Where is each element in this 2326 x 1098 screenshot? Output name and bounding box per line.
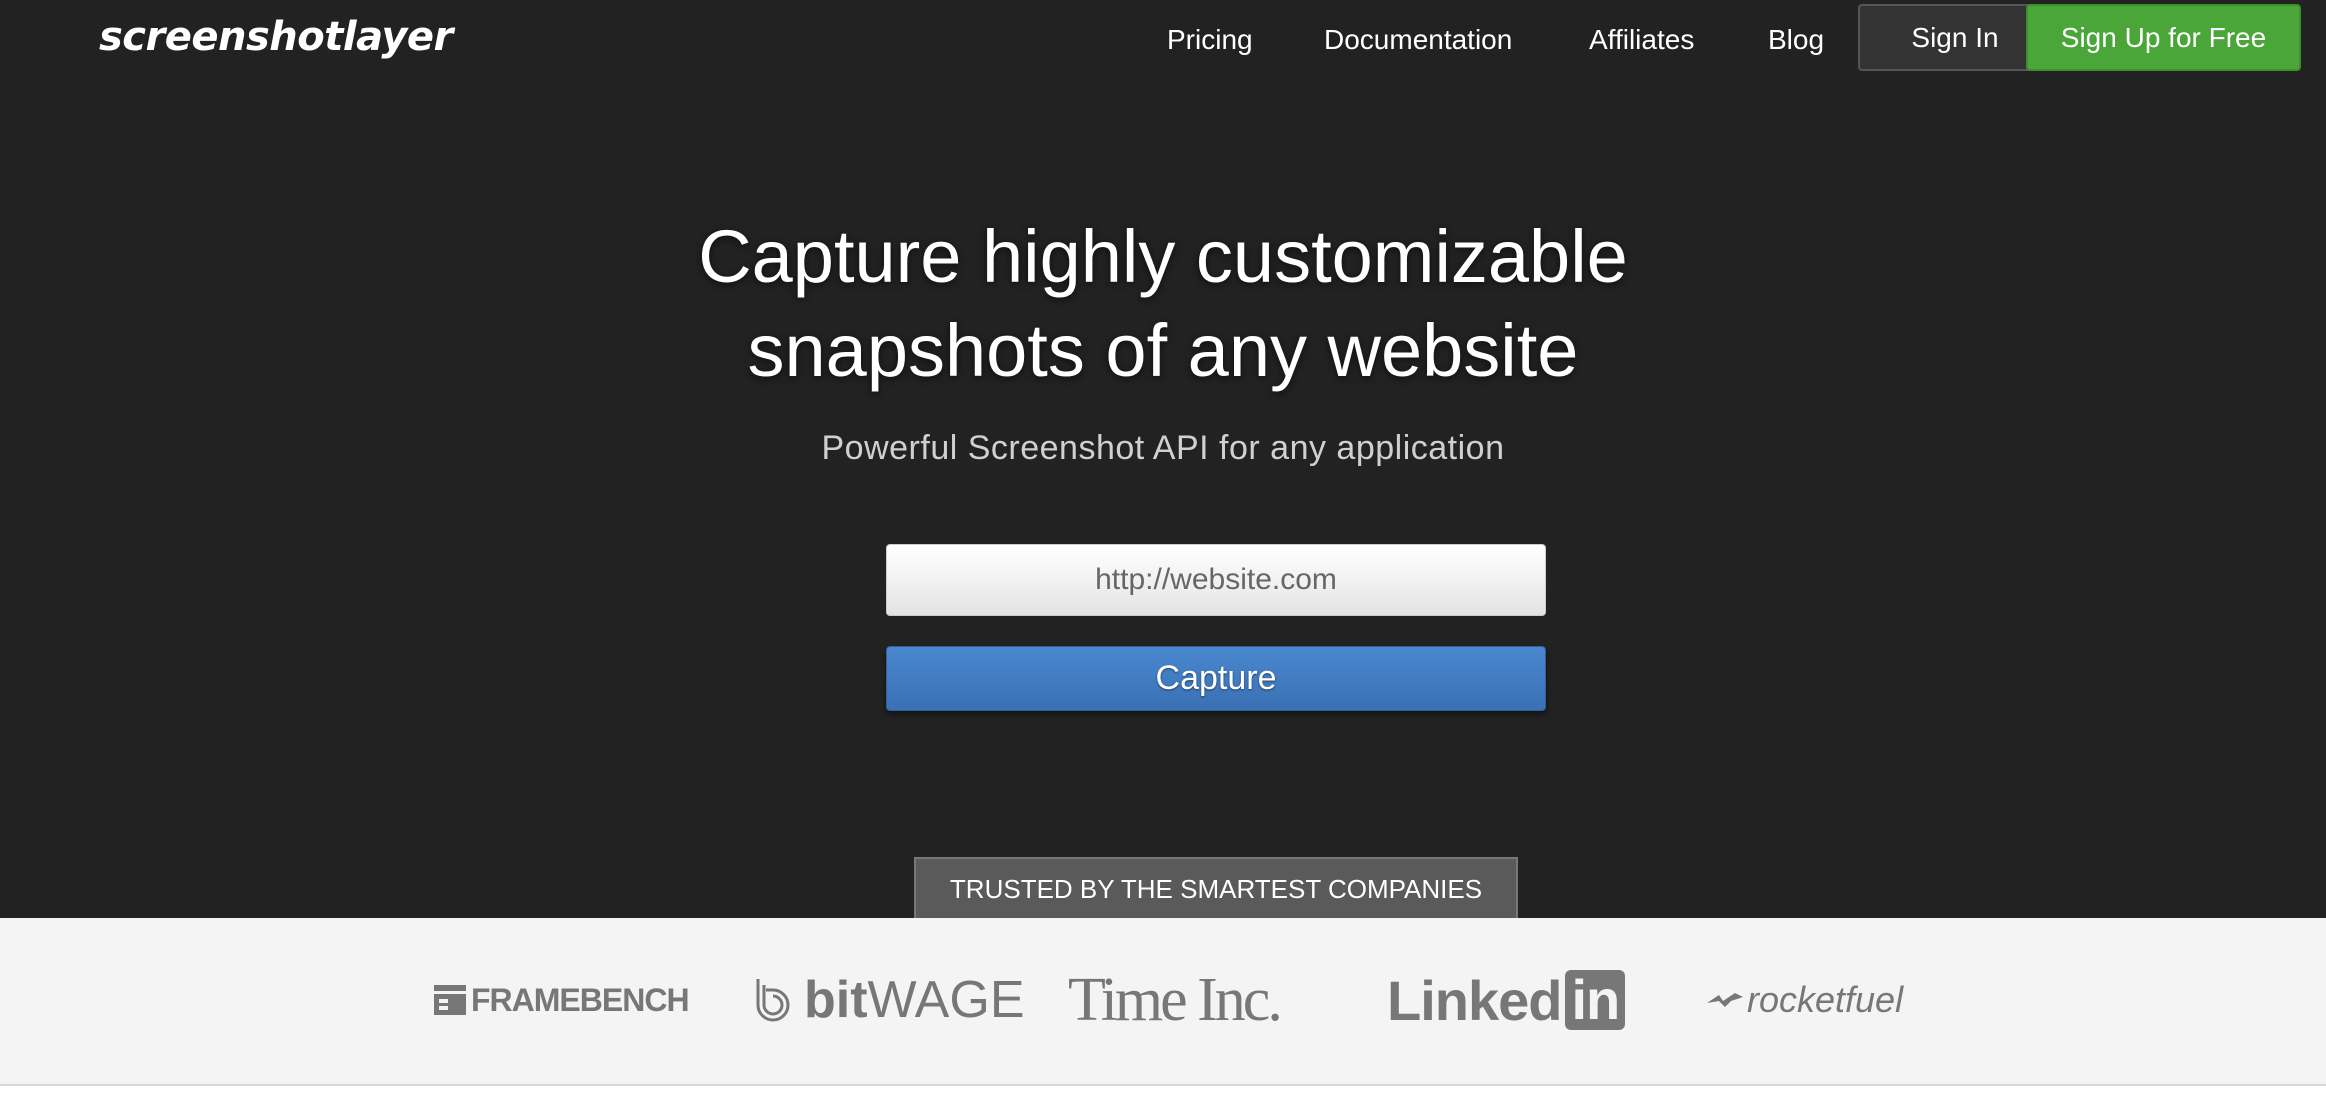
hero-section: screenshotlayer Pricing Documentation Af… bbox=[0, 0, 2326, 919]
sign-in-button[interactable]: Sign In bbox=[1858, 4, 2052, 71]
nav-affiliates[interactable]: Affiliates bbox=[1589, 20, 1694, 60]
capture-button[interactable]: Capture bbox=[886, 646, 1546, 711]
linkedin-in-icon: in bbox=[1565, 970, 1626, 1030]
bitwage-logo: bit WAGE bbox=[750, 965, 1025, 1035]
site-logo[interactable]: screenshotlayer bbox=[99, 14, 453, 60]
nav-pricing[interactable]: Pricing bbox=[1167, 20, 1253, 60]
nav-blog[interactable]: Blog bbox=[1768, 20, 1824, 60]
timeinc-logo: Time Inc. bbox=[1068, 965, 1283, 1034]
rocketfuel-logo: rocketfuel bbox=[1705, 965, 1903, 1035]
nav-documentation[interactable]: Documentation bbox=[1324, 20, 1512, 60]
bitwage-logo-icon bbox=[756, 979, 790, 1022]
bitwage-wage: WAGE bbox=[867, 971, 1025, 1029]
linkedin-logo: Linked in bbox=[1387, 965, 1626, 1035]
framebench-text: FRAMEBENCH bbox=[471, 981, 690, 1018]
headline-line-1: Capture highly customizable bbox=[698, 215, 1628, 298]
linkedin-text: Linked bbox=[1387, 968, 1562, 1032]
sign-up-button[interactable]: Sign Up for Free bbox=[2026, 4, 2301, 71]
url-input[interactable] bbox=[886, 544, 1546, 616]
trusted-by-label: TRUSTED BY THE SMARTEST COMPANIES bbox=[914, 857, 1518, 919]
rocketfuel-text: rocketfuel bbox=[1747, 979, 1904, 1020]
hero-subheadline: Powerful Screenshot API for any applicat… bbox=[821, 429, 1505, 467]
hero-headline: Capture highly customizable snapshots of… bbox=[563, 210, 1763, 398]
bitwage-bit: bit bbox=[804, 971, 868, 1029]
framebench-logo: FRAMEBENCH bbox=[433, 965, 690, 1035]
rocketfuel-logo-icon bbox=[1707, 993, 1743, 1007]
divider bbox=[0, 1084, 2326, 1086]
headline-line-2: snapshots of any website bbox=[747, 309, 1579, 392]
framebench-logo-icon bbox=[434, 985, 466, 1015]
